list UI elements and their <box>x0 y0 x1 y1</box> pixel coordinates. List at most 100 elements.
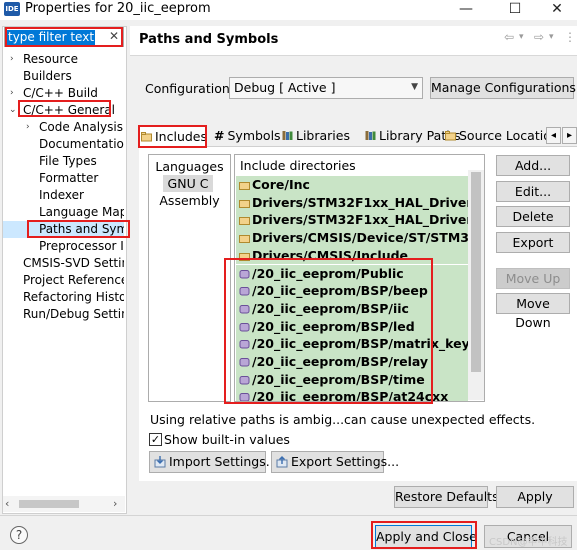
apply-button[interactable]: Apply <box>496 486 574 508</box>
tab-label: Libraries <box>296 128 350 143</box>
manage-configurations-button[interactable]: Manage Configurations... <box>430 77 577 99</box>
tree-item-language-mappings[interactable]: Language Mapp <box>3 204 124 221</box>
tree-item-indexer[interactable]: Indexer <box>3 187 124 204</box>
forward-arrow-icon[interactable]: ⇨ <box>534 30 544 44</box>
hash-icon: # <box>214 128 225 143</box>
scroll-thumb[interactable] <box>471 172 481 372</box>
include-vertical-scrollbar[interactable] <box>468 170 484 400</box>
dropdown-arrow-icon[interactable]: ▼ <box>411 82 418 92</box>
tree-item-label: Run/Debug Settin <box>23 307 124 321</box>
tree-item-builders[interactable]: Builders <box>3 68 124 85</box>
back-menu-icon[interactable]: ▾ <box>519 32 524 42</box>
include-folder-icon <box>239 217 250 226</box>
tree-item-resource[interactable]: › Resource <box>3 51 124 68</box>
tab-scroll-left-button[interactable]: ◂ <box>546 127 561 144</box>
include-directory-path: Drivers/CMSIS/Device/ST/STM32F... <box>252 230 468 246</box>
delete-button[interactable]: Delete <box>496 206 570 227</box>
include-directory-path: Drivers/STM32F1xx_HAL_Driver/Inc <box>252 194 468 210</box>
annotation-box-include-paths <box>224 258 433 404</box>
restore-defaults-button[interactable]: Restore Defaults <box>394 486 499 508</box>
annotation-box-cc-general <box>18 100 111 117</box>
chevron-down-icon[interactable]: ⌄ <box>9 102 17 119</box>
window-title: Properties for 20_iic_eeprom <box>25 1 211 16</box>
include-folder-icon <box>239 235 250 244</box>
include-directory-row[interactable]: Drivers/CMSIS/Device/ST/STM32F... <box>236 229 468 247</box>
tree-item-project-references[interactable]: Project References <box>3 272 124 289</box>
languages-header: Languages <box>155 159 224 174</box>
tab-source-location[interactable]: Source Location <box>443 125 546 147</box>
include-directory-row[interactable]: Core/Inc <box>236 176 468 194</box>
tree-item-label: Indexer <box>39 188 84 202</box>
show-builtin-label[interactable]: Show built-in values <box>164 432 290 447</box>
tree-item-label: Preprocessor In <box>39 239 124 253</box>
include-folder-icon <box>239 199 250 208</box>
chevron-right-icon[interactable]: › <box>10 85 14 102</box>
edit-button[interactable]: Edit... <box>496 181 570 202</box>
annotation-box-paths-and-symbols <box>27 220 130 238</box>
scroll-right-icon[interactable]: › <box>113 497 117 510</box>
scroll-thumb[interactable] <box>19 500 79 508</box>
tab-symbols[interactable]: # Symbols <box>212 125 281 147</box>
import-icon <box>154 456 166 468</box>
annotation-box-apply-close <box>371 521 477 549</box>
include-directory-row[interactable]: Drivers/STM32F1xx_HAL_Driver/Inc <box>236 193 468 212</box>
export-icon <box>276 456 288 468</box>
page-header: Paths and Symbols ⇦ ▾ ⇨ ▾ ⋮ <box>130 26 577 56</box>
tree-item-label: Builders <box>23 69 72 83</box>
language-item-assembly[interactable]: Assembly <box>149 192 230 209</box>
move-up-button[interactable]: Move Up <box>496 268 570 289</box>
configuration-select[interactable]: Debug [ Active ] ▼ <box>229 77 423 99</box>
chevron-right-icon[interactable]: › <box>26 119 30 136</box>
configuration-value: Debug [ Active ] <box>234 80 336 95</box>
scroll-left-icon[interactable]: ‹ <box>5 497 9 510</box>
include-directory-path: Drivers/STM32F1xx_HAL_Driver/In... <box>252 212 468 228</box>
include-folder-icon <box>239 182 250 190</box>
chevron-right-icon[interactable]: › <box>10 51 14 68</box>
tab-scroll-right-button[interactable]: ▸ <box>562 127 577 144</box>
tree-item-label: Code Analysis <box>39 120 123 134</box>
tree-item-label: Formatter <box>39 171 99 185</box>
tree-item-file-types[interactable]: File Types <box>3 153 124 170</box>
divider <box>0 515 577 516</box>
include-directory-path: Core/Inc <box>252 177 310 192</box>
tree-item-code-analysis[interactable]: › Code Analysis <box>3 119 124 136</box>
tree-item-refactoring-history[interactable]: Refactoring Histor <box>3 289 124 306</box>
include-directories-header: Include directories <box>240 158 356 173</box>
tree-item-formatter[interactable]: Formatter <box>3 170 124 187</box>
language-item-gnu-c[interactable]: GNU C <box>163 175 213 192</box>
tab-library-paths[interactable]: Library Paths <box>363 125 461 147</box>
view-menu-icon[interactable]: ⋮ <box>564 30 576 44</box>
tree-item-label: Refactoring Histor <box>23 290 124 304</box>
move-down-button[interactable]: Move Down <box>496 293 570 330</box>
relative-paths-note: Using relative paths is ambig...can caus… <box>150 412 536 427</box>
tree-item-cmsis-svd[interactable]: CMSIS-SVD Settin <box>3 255 124 272</box>
tree-item-preprocessor[interactable]: Preprocessor In <box>3 238 124 255</box>
maximize-button[interactable]: ☐ <box>495 0 535 20</box>
export-button[interactable]: Export <box>496 232 570 253</box>
watermark: CSDN@甲中科技 <box>489 537 568 548</box>
tree-item-label: Language Mapp <box>39 205 124 219</box>
forward-menu-icon[interactable]: ▾ <box>549 32 554 42</box>
app-icon: IDE <box>4 2 20 16</box>
tree-horizontal-scrollbar[interactable]: ‹ › <box>3 496 125 512</box>
include-directory-row[interactable]: Drivers/STM32F1xx_HAL_Driver/In... <box>236 211 468 230</box>
show-builtin-checkbox[interactable]: ✓ <box>149 433 162 446</box>
help-icon[interactable]: ? <box>10 526 28 544</box>
libraries-icon <box>282 131 293 140</box>
tree-item-documentation[interactable]: Documentation <box>3 136 124 153</box>
configuration-label: Configuration: <box>145 81 234 96</box>
close-button[interactable]: ✕ <box>537 0 577 20</box>
import-settings-button[interactable]: Import Settings... <box>149 451 278 473</box>
page-title: Paths and Symbols <box>139 32 279 47</box>
tree-item-label: Documentation <box>39 137 124 151</box>
annotation-box-includes-tab <box>138 125 207 148</box>
languages-list: Languages GNU C Assembly <box>148 154 231 402</box>
minimize-button[interactable]: — <box>446 0 486 20</box>
tab-libraries[interactable]: Libraries <box>280 125 360 147</box>
export-settings-button[interactable]: Export Settings... <box>271 451 399 473</box>
add-button[interactable]: Add... <box>496 155 570 176</box>
back-arrow-icon[interactable]: ⇦ <box>504 30 514 44</box>
annotation-box-filter <box>5 27 123 47</box>
import-settings-label: Import Settings... <box>169 454 278 469</box>
tree-item-run-debug[interactable]: Run/Debug Settin <box>3 306 124 323</box>
